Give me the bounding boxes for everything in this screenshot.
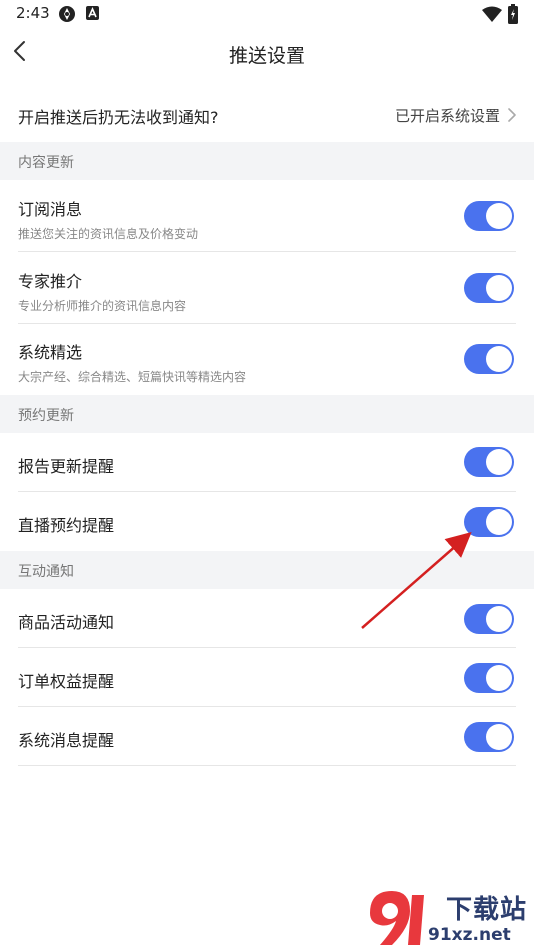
section-header-content-updates: 内容更新	[0, 142, 534, 180]
toggle-expert[interactable]	[464, 273, 514, 303]
toggle-knob	[486, 509, 512, 535]
setting-title: 直播预约提醒	[18, 516, 115, 535]
setting-title: 商品活动通知	[18, 613, 115, 632]
toggle-report-update[interactable]	[464, 447, 514, 477]
divider	[18, 765, 516, 766]
system-settings-row[interactable]: 开启推送后扔无法收到通知? 已开启系统设置	[0, 88, 534, 142]
setting-subtitle: 专业分析师推介的资讯信息内容	[18, 299, 187, 313]
battery-icon	[508, 4, 518, 28]
toggle-knob	[486, 449, 512, 475]
system-settings-status: 已开启系统设置	[394, 107, 500, 125]
toggle-knob	[486, 606, 512, 632]
watermark-text-top: 下载站	[446, 895, 528, 925]
toggle-knob	[486, 203, 512, 229]
wifi-icon	[482, 6, 502, 26]
toggle-order-benefits[interactable]	[464, 663, 514, 693]
setting-title: 订单权益提醒	[18, 672, 115, 691]
a-square-icon	[86, 5, 100, 25]
setting-subtitle: 大宗产经、综合精选、短篇快讯等精选内容	[18, 370, 247, 384]
setting-title: 专家推介	[18, 272, 83, 291]
setting-title: 报告更新提醒	[18, 457, 115, 476]
setting-title: 系统精选	[18, 343, 83, 362]
compass-icon	[58, 5, 76, 27]
toggle-knob	[486, 275, 512, 301]
section-header-reservation-updates: 预约更新	[0, 395, 534, 433]
toggle-knob	[486, 346, 512, 372]
setting-title: 系统消息提醒	[18, 731, 115, 750]
setting-row-product-activity: 商品活动通知	[0, 589, 534, 648]
section-header-interaction: 互动通知	[0, 551, 534, 589]
toggle-product-activity[interactable]	[464, 604, 514, 634]
setting-row-live-reservation: 直播预约提醒	[0, 492, 534, 551]
toggle-system-picks[interactable]	[464, 344, 514, 374]
watermark-logo: 下载站 91xz.net	[362, 885, 534, 950]
section-label: 内容更新	[18, 155, 74, 171]
section-label: 预约更新	[18, 408, 74, 424]
watermark-emblem-icon	[370, 891, 424, 945]
setting-row-system-picks: 系统精选 大宗产经、综合精选、短篇快讯等精选内容	[0, 324, 534, 395]
setting-row-expert: 专家推介 专业分析师推介的资讯信息内容	[0, 252, 534, 324]
status-time: 2:43	[16, 4, 50, 22]
watermark-text-bottom: 91xz.net	[428, 925, 511, 945]
status-bar: 2:43	[0, 0, 534, 28]
toggle-system-messages[interactable]	[464, 722, 514, 752]
setting-title: 订阅消息	[18, 200, 83, 219]
setting-subtitle: 推送您关注的资讯信息及价格变动	[18, 227, 199, 241]
page-title: 推送设置	[228, 45, 305, 67]
toggle-live-reservation[interactable]	[464, 507, 514, 537]
section-label: 互动通知	[18, 564, 74, 580]
setting-row-system-messages: 系统消息提醒	[0, 707, 534, 766]
notice-text: 开启推送后扔无法收到通知?	[18, 108, 219, 127]
setting-row-report-update: 报告更新提醒	[0, 433, 534, 492]
toggle-subscription[interactable]	[464, 201, 514, 231]
toggle-knob	[486, 724, 512, 750]
setting-row-subscription: 订阅消息 推送您关注的资讯信息及价格变动	[0, 180, 534, 252]
setting-row-order-benefits: 订单权益提醒	[0, 648, 534, 707]
toggle-knob	[486, 665, 512, 691]
nav-bar: 推送设置	[0, 28, 534, 80]
chevron-right-icon	[506, 107, 518, 123]
